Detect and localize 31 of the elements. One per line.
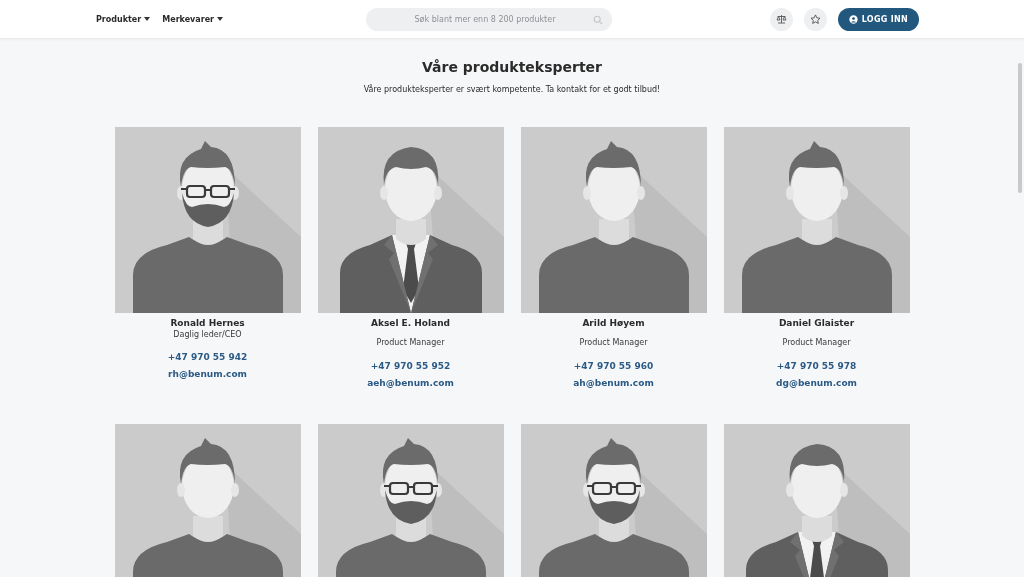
- phone-link[interactable]: +47 970 55 952: [370, 361, 451, 371]
- compare-button[interactable]: [769, 7, 793, 31]
- nav-menu-link[interactable]: Merkevarer: [162, 14, 224, 24]
- search-icon: [593, 14, 603, 25]
- expert-role: Product Manager: [376, 338, 445, 347]
- search-field[interactable]: Søk blant mer enn 8 200 produkter: [366, 7, 612, 31]
- caret-icon: [144, 17, 151, 21]
- user-icon: [848, 14, 858, 24]
- scale-icon: [775, 14, 787, 24]
- expert-name: Arild Høyem: [582, 318, 645, 328]
- page-heading: Våre produkteksperter: [421, 59, 603, 75]
- expert-role: Product Manager: [579, 338, 648, 347]
- email-link[interactable]: ah@benum.com: [573, 378, 654, 388]
- scrollbar-thumb[interactable]: [1018, 63, 1022, 193]
- expert-name: Aksel E. Holand: [370, 318, 451, 328]
- expert-name: Ronald Hernes: [170, 318, 245, 328]
- phone-link[interactable]: +47 970 55 960: [573, 361, 654, 371]
- expert-name: Daniel Glaister: [778, 318, 855, 328]
- phone-link[interactable]: +47 970 55 942: [167, 352, 248, 362]
- email-link[interactable]: dg@benum.com: [776, 378, 857, 388]
- email-link[interactable]: aeh@benum.com: [367, 378, 454, 388]
- expert-role: Daglig leder/CEO: [173, 330, 242, 339]
- favorites-button[interactable]: [803, 7, 827, 31]
- star-icon: [809, 13, 821, 25]
- login-button[interactable]: LOGG INN: [837, 7, 919, 31]
- caret-icon: [217, 17, 224, 21]
- expert-role: Product Manager: [782, 338, 851, 347]
- email-link[interactable]: rh@benum.com: [168, 369, 247, 379]
- phone-link[interactable]: +47 970 55 978: [776, 361, 857, 371]
- nav-menu-link[interactable]: Produkter: [96, 14, 151, 24]
- intro-text: Våre produkteksperter er svært kompetente. Ta kontakt for et godt tilbud!: [362, 85, 662, 94]
